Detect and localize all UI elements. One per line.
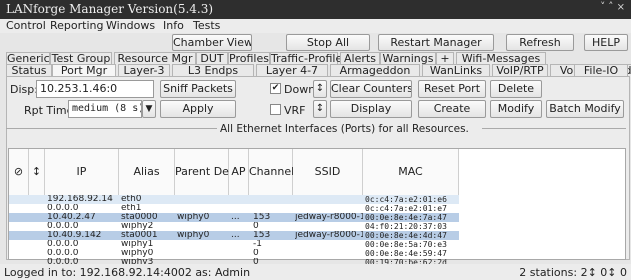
- cell-mac: 00:0e:8e:4e:59:47: [365, 249, 447, 258]
- cell-parent: wiphy0: [177, 231, 210, 240]
- sniff-packets-button[interactable]: Sniff Packets: [160, 80, 236, 98]
- display-button[interactable]: Display: [330, 100, 412, 118]
- cell-ssid: jedway-r8000-153: [295, 231, 363, 240]
- down-label: Down: [284, 83, 316, 96]
- cell-channel: 153: [253, 231, 271, 240]
- disp-input[interactable]: 10.253.1.46:0: [36, 80, 154, 98]
- help-button[interactable]: HELP: [584, 34, 628, 51]
- cell-channel: 0: [253, 222, 259, 231]
- rpt-timer-dropdown-icon[interactable]: ▼: [142, 100, 156, 118]
- cell-mac: 0c:c4:7a:e2:01:e6: [365, 195, 447, 204]
- cell-ip: 10.40.9.142: [47, 231, 102, 240]
- cell-alias: wiphy1: [121, 240, 154, 249]
- modify-button[interactable]: Modify: [490, 100, 542, 118]
- sort-down-icon[interactable]: ↕: [313, 100, 327, 118]
- cell-mac: 00:0e:8e:4e:4d:47: [365, 231, 447, 240]
- login-status: Logged in to: 192.168.92.14:4002 as: Adm…: [4, 266, 251, 279]
- column-header-status[interactable]: ⊘: [9, 149, 29, 195]
- cell-ip: 0.0.0.0: [47, 240, 79, 249]
- cell-channel: 153: [253, 213, 271, 222]
- stop-all-button[interactable]: Stop All: [286, 34, 370, 51]
- vrf-label: VRF: [284, 104, 306, 117]
- chamber-view-button[interactable]: Chamber View: [172, 34, 252, 51]
- table-caption: All Ethernet Interfaces (Ports) for all …: [220, 123, 469, 135]
- cell-mac: 04:f0:21:20:37:03: [365, 222, 447, 231]
- column-header-sort[interactable]: ↕: [29, 149, 45, 195]
- cell-ip: 192.168.92.14: [47, 195, 113, 204]
- cell-channel: 0: [253, 249, 259, 258]
- cell-alias: wiphy0: [121, 249, 154, 258]
- cell-alias: sta0000: [121, 213, 158, 222]
- caption-rule-left: [6, 128, 217, 129]
- menu-windows[interactable]: Windows: [106, 19, 155, 32]
- column-header-ip[interactable]: IP: [45, 149, 119, 195]
- cell-ip: 0.0.0.0: [47, 204, 79, 213]
- delete-button[interactable]: Delete: [490, 80, 542, 98]
- menu-bar: Control Reporting Windows Info Tests: [0, 19, 631, 33]
- apply-button[interactable]: Apply: [160, 100, 236, 118]
- cell-channel: -1: [253, 240, 262, 249]
- column-header-ssid[interactable]: SSID: [293, 149, 363, 195]
- cell-ip: 0.0.0.0: [47, 222, 79, 231]
- column-header-alias[interactable]: Alias: [119, 149, 175, 195]
- vrf-checkbox[interactable]: [270, 104, 281, 115]
- menu-control[interactable]: Control: [6, 19, 46, 32]
- menu-reporting[interactable]: Reporting: [50, 19, 103, 32]
- cell-alias: wiphy2: [121, 222, 154, 231]
- ports-table: ⊘ ↕ IP Alias Parent Dev AP Channel SSID MAC 192.1…: [8, 148, 626, 267]
- cell-ssid: jedway-r8000-153: [295, 213, 363, 222]
- table-row[interactable]: 10.40.2.47 sta0000 wiphy0... 153 jedway-r800…: [9, 213, 459, 222]
- cell-mac: 00:0e:8e:4e:7a:47: [365, 213, 447, 222]
- table-row[interactable]: 0.0.0.0 wiphy0 0 00:0e:8e:4e:59:47: [9, 249, 459, 258]
- refresh-button[interactable]: Refresh: [506, 34, 574, 51]
- cell-ap: ...: [231, 231, 240, 240]
- table-row[interactable]: 0.0.0.0 wiphy2 0 04:f0:21:20:37:03: [9, 222, 459, 231]
- window-title: LANforge Manager Version(5.4.3): [6, 2, 214, 16]
- restart-manager-button[interactable]: Restart Manager: [378, 34, 494, 51]
- table-row[interactable]: 0.0.0.0 eth1 0c:c4:7a:e2:01:e7: [9, 204, 459, 213]
- station-count: 2 stations: 2↕ 0↕ 0: [519, 266, 627, 279]
- cell-mac: 0c:c4:7a:e2:01:e7: [365, 204, 447, 213]
- sort-up-icon[interactable]: ↕: [313, 80, 327, 98]
- status-bar: Logged in to: 192.168.92.14:4002 as: Adm…: [0, 264, 631, 280]
- clear-counters-button[interactable]: Clear Counters: [330, 80, 412, 98]
- column-header-parent-dev[interactable]: Parent Dev: [175, 149, 235, 195]
- title-bar: LANforge Manager Version(5.4.3) ˅ ˄ ×: [0, 0, 631, 19]
- window-controls[interactable]: ˅ ˄ ×: [600, 2, 625, 13]
- cell-alias: eth1: [121, 204, 142, 213]
- table-row[interactable]: 192.168.92.14 eth0 0c:c4:7a:e2:01:e6: [9, 195, 459, 204]
- create-button[interactable]: Create: [418, 100, 486, 118]
- reset-port-button[interactable]: Reset Port: [418, 80, 486, 98]
- table-row[interactable]: 0.0.0.0 wiphy1 -1 00:0e:8e:5a:70:e3: [9, 240, 459, 249]
- caption-rule-right: [482, 128, 626, 129]
- batch-modify-button[interactable]: Batch Modify: [546, 100, 624, 118]
- cell-parent: wiphy0: [177, 213, 210, 222]
- cell-ap: ...: [231, 213, 240, 222]
- cell-ip: 10.40.2.47: [47, 213, 96, 222]
- cell-mac: 00:0e:8e:5a:70:e3: [365, 240, 447, 249]
- down-checkbox[interactable]: ✔: [270, 83, 281, 94]
- disp-label: Disp:: [10, 83, 38, 96]
- cell-alias: eth0: [121, 195, 142, 204]
- column-header-ap[interactable]: AP: [229, 149, 249, 195]
- cell-ip: 0.0.0.0: [47, 249, 79, 258]
- column-header-mac[interactable]: MAC: [363, 149, 459, 195]
- column-header-channel[interactable]: Channel: [249, 149, 294, 195]
- menu-tests[interactable]: Tests: [193, 19, 220, 32]
- cell-alias: sta0001: [121, 231, 158, 240]
- menu-info[interactable]: Info: [163, 19, 184, 32]
- table-row[interactable]: 10.40.9.142 sta0001 wiphy0... 153 jedway-r80…: [9, 231, 459, 240]
- rpt-timer-select[interactable]: medium (8 s): [68, 100, 142, 118]
